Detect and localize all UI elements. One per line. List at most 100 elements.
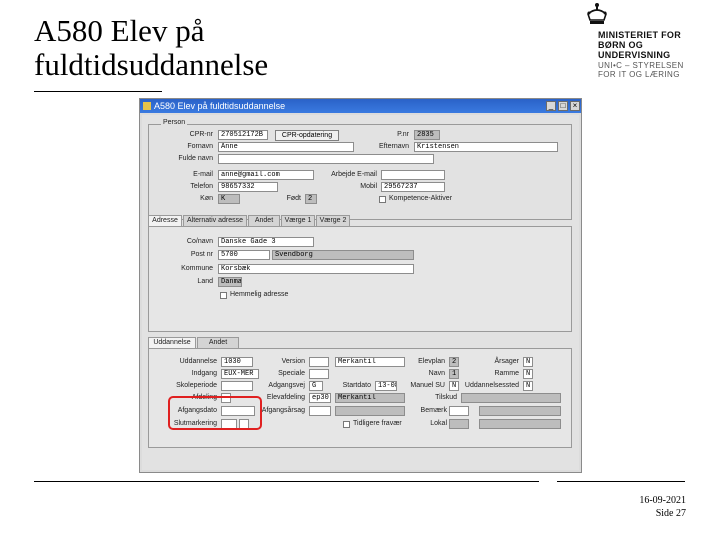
- maximize-icon[interactable]: □: [558, 101, 568, 111]
- indgang-label: Indgang: [191, 370, 217, 377]
- fulde-navn-label: Fulde navn: [178, 155, 213, 162]
- person-group: Person CPR-nr 270512172B CPR-opdatering …: [148, 119, 572, 220]
- footer-page-number: Side 27: [655, 508, 686, 519]
- speciale-field[interactable]: [309, 369, 329, 379]
- elevafdeling-label: Elevafdeling: [266, 394, 305, 401]
- address-panel: Co/navn Danske Gade 3 Post nr 5700 Svend…: [148, 226, 572, 332]
- tilskud-field: [461, 393, 561, 403]
- afgangsaarsag-field[interactable]: [309, 406, 331, 416]
- tidligere-fravaer-checkbox[interactable]: [343, 421, 350, 428]
- address-tabs: Adresse Alternativ adresse Andet Værge 1…: [148, 215, 448, 226]
- uddannelsessted-field[interactable]: N: [523, 381, 533, 391]
- pnr-field: 2835: [414, 130, 440, 140]
- ramme-label: Ramme: [494, 370, 519, 377]
- minimize-icon[interactable]: _: [546, 101, 556, 111]
- adgangsvej-field[interactable]: G: [309, 381, 323, 391]
- lokal-field: [449, 419, 469, 429]
- foedt-field: 2: [305, 194, 317, 204]
- afgangsaarsag-desc-field: [335, 406, 405, 416]
- crown-icon: [587, 3, 607, 24]
- aarsager-field[interactable]: N: [523, 357, 533, 367]
- footer-date: 16-09-2021: [639, 495, 686, 506]
- efternavn-field[interactable]: Kristensen: [414, 142, 558, 152]
- footer-divider-left: [34, 481, 539, 482]
- postnr-field[interactable]: 5700: [218, 250, 270, 260]
- close-icon[interactable]: ×: [570, 101, 580, 111]
- education-tabs: Uddannelse Andet: [148, 337, 268, 348]
- uddannelse-field[interactable]: 1030: [221, 357, 253, 367]
- lokal-desc-field: [479, 419, 561, 429]
- bemaerk-desc-field: [479, 406, 561, 416]
- logo-ministry-line1: MINISTERIET FOR: [598, 30, 681, 40]
- kompetence-checkbox[interactable]: [379, 196, 386, 203]
- mobil-field[interactable]: 29567237: [381, 182, 445, 192]
- manuel-su-field[interactable]: N: [449, 381, 459, 391]
- arbejde-email-field[interactable]: [381, 170, 445, 180]
- ramme-field[interactable]: N: [523, 369, 533, 379]
- email-field[interactable]: anne@gmail.com: [218, 170, 314, 180]
- bemaerk-field[interactable]: [449, 406, 469, 416]
- email-label: E-mail: [193, 171, 213, 178]
- afgangsaarsag-label: Afgangsårsag: [261, 407, 305, 414]
- bemaerk-label: Bemærk: [420, 407, 447, 414]
- land-field: Danmark: [218, 277, 242, 287]
- cpr-field[interactable]: 270512172B: [218, 130, 268, 140]
- kon-label: Køn: [200, 195, 213, 202]
- elevafdeling-field[interactable]: ep30: [309, 393, 331, 403]
- elevplan-label: Elevplan: [418, 358, 445, 365]
- tab-andet[interactable]: Andet: [248, 215, 280, 226]
- startdato-label: Startdato: [342, 382, 371, 389]
- logo-ministry-line2: BØRN OG: [598, 40, 644, 50]
- fornavn-label: Fornavn: [187, 143, 213, 150]
- slide-title-line1: A580 Elev på: [34, 13, 205, 48]
- coname-label: Co/navn: [186, 238, 213, 245]
- tab-adresse[interactable]: Adresse: [148, 215, 182, 226]
- coname-field[interactable]: Danske Gade 3: [218, 237, 314, 247]
- telefon-label: Telefon: [190, 183, 213, 190]
- skoleperiode-field[interactable]: [221, 381, 253, 391]
- uddannelse-label: Uddannelse: [179, 358, 217, 365]
- elevafdeling-desc-field: Merkantil: [335, 393, 405, 403]
- hemmelig-checkbox[interactable]: [220, 292, 227, 299]
- telefon-field[interactable]: 98657332: [218, 182, 278, 192]
- app-icon: [143, 102, 151, 110]
- adgangsvej-label: Adgangsvej: [268, 382, 305, 389]
- tab-vaerge-1[interactable]: Værge 1: [281, 215, 315, 226]
- uddannelse-betegnelse-field[interactable]: Merkantil: [335, 357, 405, 367]
- foedt-label: Født: [286, 195, 301, 202]
- cpr-update-button[interactable]: CPR-opdatering: [275, 130, 339, 141]
- tab-vaerge-2[interactable]: Værge 2: [316, 215, 350, 226]
- manuel-su-label: Manuel SU: [410, 382, 445, 389]
- slide-title-line2: fuldtidsuddannelse: [34, 47, 269, 82]
- mobil-label: Mobil: [360, 183, 377, 190]
- slide-title: A580 Elev på fuldtidsuddannelse: [34, 14, 454, 82]
- navn-label: Navn: [428, 370, 445, 377]
- aarsager-label: Årsager: [494, 358, 519, 365]
- tidligere-fravaer-label: Tidligere fravær: [353, 420, 402, 427]
- tab-uddannelse[interactable]: Uddannelse: [148, 337, 196, 348]
- skoleperiode-label: Skoleperiode: [176, 382, 217, 389]
- fornavn-field[interactable]: Anne: [218, 142, 354, 152]
- version-field[interactable]: [309, 357, 329, 367]
- kommune-label: Kommune: [181, 265, 213, 272]
- tab-alternativ-adresse[interactable]: Alternativ adresse: [183, 215, 247, 226]
- footer-divider-right: [557, 481, 685, 482]
- hemmelig-label: Hemmelig adresse: [230, 291, 289, 298]
- tab-edu-andet[interactable]: Andet: [197, 337, 239, 348]
- cpr-label: CPR-nr: [189, 131, 213, 138]
- pnr-label: P.nr: [397, 131, 409, 138]
- startdato-field[interactable]: 13-08: [375, 381, 397, 391]
- kompetence-label: Kompetence-Aktiver: [389, 195, 453, 202]
- tilskud-label: Tilskud: [435, 394, 457, 401]
- fulde-navn-field[interactable]: [218, 154, 434, 164]
- by-field: Svendborg: [272, 250, 414, 260]
- window-titlebar[interactable]: A580 Elev på fuldtidsuddannelse _ □ ×: [140, 99, 581, 113]
- indgang-field[interactable]: EUX-MER: [221, 369, 259, 379]
- kommune-field[interactable]: Korsbæk: [218, 264, 414, 274]
- navn-field: 1: [449, 369, 459, 379]
- person-group-legend: Person: [161, 119, 188, 126]
- version-label: Version: [281, 358, 305, 365]
- postnr-label: Post nr: [190, 251, 213, 258]
- arbejde-email-label: Arbejde E-mail: [331, 171, 377, 178]
- elevplan-field: 2: [449, 357, 459, 367]
